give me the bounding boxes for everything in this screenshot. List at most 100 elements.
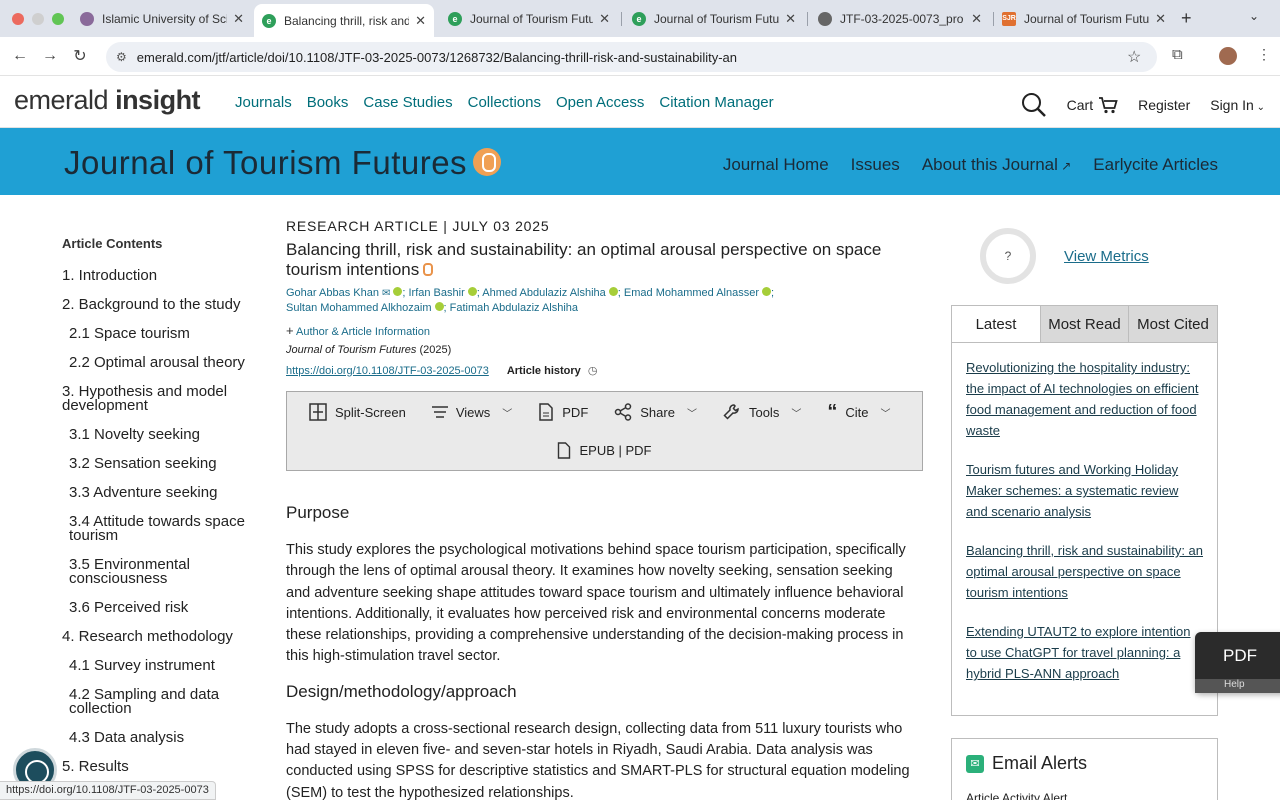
- article-activity-alert-link[interactable]: Article Activity Alert: [966, 791, 1067, 800]
- close-tab-icon[interactable]: ✕: [971, 11, 982, 27]
- orcid-icon[interactable]: [762, 287, 772, 296]
- profile-avatar[interactable]: [1219, 47, 1237, 65]
- browser-menu-icon[interactable]: ⋮: [1257, 46, 1271, 63]
- browser-tab[interactable]: SJR Journal of Tourism Futur ✕: [994, 4, 1174, 33]
- search-icon[interactable]: [1021, 92, 1047, 118]
- close-tab-icon[interactable]: ✕: [233, 11, 244, 27]
- related-tabs: Latest Most Read Most Cited: [952, 306, 1217, 343]
- toc-item[interactable]: 4.1 Survey instrument: [62, 658, 262, 673]
- earlycite-link[interactable]: Earlycite Articles: [1093, 155, 1218, 175]
- email-icon[interactable]: ✉: [382, 288, 390, 299]
- tab-most-cited[interactable]: Most Cited: [1129, 306, 1217, 342]
- orcid-icon[interactable]: [467, 287, 477, 296]
- nav-books[interactable]: Books: [307, 94, 349, 111]
- forward-icon[interactable]: →: [35, 47, 65, 65]
- orcid-icon[interactable]: [608, 287, 618, 296]
- nav-case-studies[interactable]: Case Studies: [363, 94, 452, 111]
- related-article-link[interactable]: Tourism futures and Working Holiday Make…: [966, 459, 1203, 522]
- toc-item[interactable]: 3.4 Attitude towards space tourism: [62, 514, 262, 543]
- nav-collections[interactable]: Collections: [468, 94, 541, 111]
- tab-search-chevron-icon[interactable]: ⌄: [1249, 9, 1259, 23]
- split-screen-button[interactable]: Split-Screen: [309, 403, 406, 421]
- toc-item[interactable]: 4.3 Data analysis: [62, 730, 262, 745]
- floating-pdf-button[interactable]: PDF Help: [1195, 632, 1280, 693]
- close-tab-icon[interactable]: ✕: [415, 13, 426, 29]
- toc-item[interactable]: 2.1 Space tourism: [62, 326, 262, 341]
- reload-icon[interactable]: ↻: [65, 46, 95, 66]
- journal-nav: Journal Home Issues About this Journal ↗…: [723, 155, 1218, 175]
- browser-tab[interactable]: Islamic University of Sci ✕: [72, 4, 252, 33]
- toc-item[interactable]: 1. Introduction: [62, 268, 262, 283]
- views-dropdown[interactable]: Views ﹀: [431, 405, 512, 420]
- nav-citation-manager[interactable]: Citation Manager: [659, 94, 773, 111]
- cite-dropdown[interactable]: “ Cite ﹀: [827, 402, 891, 422]
- close-tab-icon[interactable]: ✕: [785, 11, 796, 27]
- minimize-window-button[interactable]: [32, 12, 44, 25]
- view-metrics-link[interactable]: View Metrics: [1064, 248, 1149, 265]
- new-tab-icon[interactable]: +: [1181, 8, 1192, 29]
- author-link[interactable]: Ahmed Abdulaziz Alshiha: [482, 287, 606, 299]
- bookmark-star-icon[interactable]: ☆: [1127, 47, 1141, 67]
- toc-item[interactable]: 3.6 Perceived risk: [62, 600, 262, 615]
- epub-pdf-button[interactable]: EPUB | PDF: [287, 442, 922, 459]
- toc-item[interactable]: 3.5 Environmental consciousness: [62, 557, 262, 586]
- journal-home-link[interactable]: Journal Home: [723, 155, 829, 175]
- author-info-toggle[interactable]: + Author & Article Information: [286, 323, 926, 338]
- toc-item[interactable]: 5. Results: [62, 759, 262, 774]
- chevron-down-icon: ﹀: [880, 408, 891, 420]
- browser-tab[interactable]: JTF-03-2025-0073_pro ✕: [810, 4, 990, 33]
- author-link[interactable]: Emad Mohammed Alnasser: [624, 287, 759, 299]
- author-link[interactable]: Irfan Bashir: [408, 287, 464, 299]
- sjr-icon: SJR: [1002, 11, 1016, 26]
- author-link[interactable]: Fatimah Abdulaziz Alshiha: [450, 302, 578, 314]
- tab-latest[interactable]: Latest: [952, 306, 1041, 342]
- toc-item[interactable]: 3.1 Novelty seeking: [62, 427, 262, 442]
- nav-open-access[interactable]: Open Access: [556, 94, 644, 111]
- envelope-icon: ✉: [966, 754, 984, 773]
- close-tab-icon[interactable]: ✕: [1155, 11, 1166, 27]
- author-list: Gohar Abbas Khan ✉; Irfan Bashir; Ahmed A…: [286, 287, 775, 314]
- share-dropdown[interactable]: Share ﹀: [614, 403, 697, 421]
- emerald-insight-logo[interactable]: emerald insight: [14, 85, 201, 116]
- issues-link[interactable]: Issues: [851, 155, 900, 175]
- altmetric-donut[interactable]: ?: [980, 228, 1036, 284]
- help-label[interactable]: Help: [1195, 679, 1280, 693]
- toc-item[interactable]: 3.2 Sensation seeking: [62, 456, 262, 471]
- about-journal-link[interactable]: About this Journal ↗: [922, 155, 1071, 175]
- browser-tab[interactable]: e Journal of Tourism Futur ✕: [440, 4, 618, 33]
- sign-in-link[interactable]: Sign In ⌄: [1210, 97, 1265, 113]
- article-history[interactable]: Article history ◷: [507, 364, 598, 377]
- browser-tab-active[interactable]: e Balancing thrill, risk and ✕: [254, 4, 434, 37]
- related-article-link[interactable]: Balancing thrill, risk and sustainabilit…: [966, 540, 1203, 603]
- pdf-button[interactable]: PDF: [538, 403, 588, 421]
- close-tab-icon[interactable]: ✕: [599, 11, 610, 27]
- toc-item[interactable]: 4. Research methodology: [62, 629, 262, 644]
- author-link[interactable]: Gohar Abbas Khan: [286, 287, 379, 299]
- toc-item[interactable]: 3. Hypothesis and model development: [62, 384, 262, 413]
- author-link[interactable]: Sultan Mohammed Alkhozaim: [286, 302, 432, 314]
- toc-item[interactable]: 2.2 Optimal arousal theory: [62, 355, 262, 370]
- orcid-icon[interactable]: [393, 287, 403, 296]
- related-article-link[interactable]: Revolutionizing the hospitality industry…: [966, 357, 1203, 441]
- maximize-window-button[interactable]: [52, 12, 64, 25]
- nav-journals[interactable]: Journals: [235, 94, 292, 111]
- tab-most-read[interactable]: Most Read: [1041, 306, 1129, 342]
- journal-title[interactable]: Journal of Tourism Futures: [64, 144, 502, 182]
- site-info-icon[interactable]: ⚙: [116, 50, 127, 64]
- extensions-icon[interactable]: ⧉: [1172, 46, 1183, 63]
- close-window-button[interactable]: [12, 12, 24, 25]
- address-bar[interactable]: ⚙ emerald.com/jtf/article/doi/10.1108/JT…: [106, 42, 1157, 72]
- doi-link[interactable]: https://doi.org/10.1108/JTF-03-2025-0073: [286, 365, 489, 377]
- toc-item[interactable]: 4.2 Sampling and data collection: [62, 687, 262, 716]
- article-contents: Article Contents 1. Introduction 2. Backg…: [62, 236, 262, 789]
- toc-item[interactable]: 2. Background to the study: [62, 297, 262, 312]
- tools-dropdown[interactable]: Tools ﹀: [723, 403, 801, 421]
- orcid-icon[interactable]: [434, 302, 444, 311]
- back-icon[interactable]: ←: [5, 47, 35, 65]
- cart-link[interactable]: Cart: [1067, 96, 1118, 114]
- related-article-link[interactable]: Extending UTAUT2 to explore intention to…: [966, 621, 1203, 684]
- section-paragraph: The study adopts a cross-sectional resea…: [286, 720, 910, 800]
- browser-tab[interactable]: e Journal of Tourism Futur ✕: [624, 4, 804, 33]
- toc-item[interactable]: 3.3 Adventure seeking: [62, 485, 262, 500]
- register-link[interactable]: Register: [1138, 97, 1190, 113]
